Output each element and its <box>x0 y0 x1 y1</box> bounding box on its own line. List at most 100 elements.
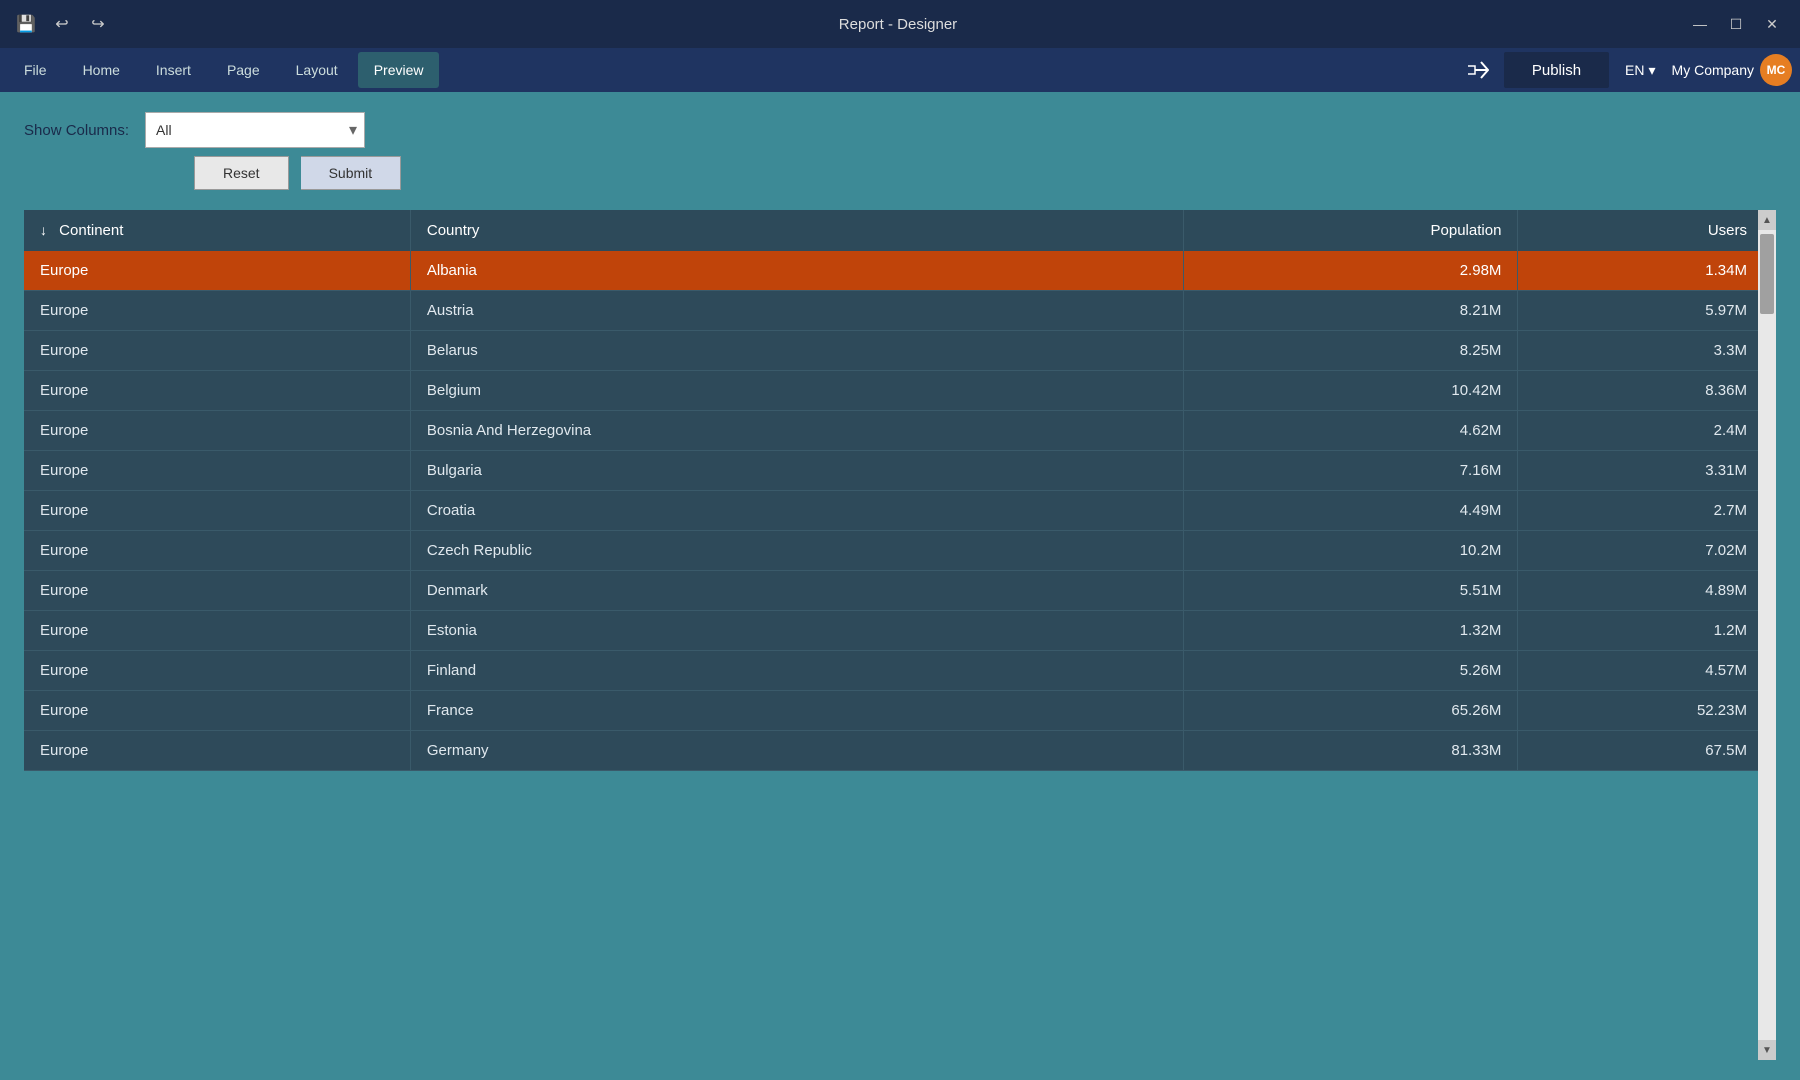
table-row[interactable]: EuropeAustria8.21M5.97M <box>24 291 1776 331</box>
cell-users: 2.4M <box>1518 411 1776 451</box>
minimize-icon: — <box>1693 16 1707 32</box>
cell-country: Czech Republic <box>410 531 1183 571</box>
table-row[interactable]: EuropeFrance65.26M52.23M <box>24 691 1776 731</box>
cell-users: 8.36M <box>1518 371 1776 411</box>
publish-button[interactable]: Publish <box>1504 52 1609 88</box>
menu-home[interactable]: Home <box>67 52 136 88</box>
app-title: Report - Designer <box>112 16 1684 33</box>
col-label-country: Country <box>427 222 480 239</box>
cell-population: 2.98M <box>1183 251 1518 291</box>
save-button[interactable]: 💾 <box>12 10 40 38</box>
sort-icon-continent: ↓ <box>40 222 47 238</box>
menubar-right: Publish EN ▾ My Company MC <box>1460 52 1792 88</box>
menu-insert[interactable]: Insert <box>140 52 207 88</box>
filter-actions: Reset Submit <box>24 156 1776 190</box>
table-row[interactable]: EuropeAlbania2.98M1.34M <box>24 251 1776 291</box>
table-row[interactable]: EuropeBelgium10.42M8.36M <box>24 371 1776 411</box>
cell-users: 3.31M <box>1518 451 1776 491</box>
cell-users: 1.34M <box>1518 251 1776 291</box>
redo-icon: ↪ <box>91 14 104 34</box>
col-label-continent: Continent <box>59 222 123 239</box>
lang-dropdown-icon: ▾ <box>1649 62 1656 79</box>
table-row[interactable]: EuropeGermany81.33M67.5M <box>24 731 1776 771</box>
cell-population: 1.32M <box>1183 611 1518 651</box>
lang-label: EN <box>1625 62 1644 78</box>
table-row[interactable]: EuropeEstonia1.32M1.2M <box>24 611 1776 651</box>
cell-population: 7.16M <box>1183 451 1518 491</box>
cell-users: 7.02M <box>1518 531 1776 571</box>
cell-continent: Europe <box>24 691 410 731</box>
scroll-up-button[interactable]: ▲ <box>1758 210 1776 230</box>
cell-population: 81.33M <box>1183 731 1518 771</box>
cell-users: 1.2M <box>1518 611 1776 651</box>
table-row[interactable]: EuropeDenmark5.51M4.89M <box>24 571 1776 611</box>
language-selector[interactable]: EN ▾ <box>1617 62 1663 79</box>
col-header-continent[interactable]: ↓ Continent <box>24 210 410 251</box>
menu-page[interactable]: Page <box>211 52 276 88</box>
cell-continent: Europe <box>24 651 410 691</box>
cell-continent: Europe <box>24 251 410 291</box>
undo-icon: ↩ <box>55 14 68 34</box>
cell-continent: Europe <box>24 731 410 771</box>
cell-continent: Europe <box>24 611 410 651</box>
cell-country: Belarus <box>410 331 1183 371</box>
table-body: EuropeAlbania2.98M1.34MEuropeAustria8.21… <box>24 251 1776 771</box>
col-header-country[interactable]: Country <box>410 210 1183 251</box>
titlebar: 💾 ↩ ↪ Report - Designer — ☐ ✕ <box>0 0 1800 48</box>
minimize-button[interactable]: — <box>1684 10 1716 38</box>
user-area[interactable]: My Company MC <box>1672 54 1792 86</box>
redo-button[interactable]: ↪ <box>84 10 112 38</box>
filter-panel: Show Columns: All ▾ Reset Submit <box>24 112 1776 190</box>
menu-layout[interactable]: Layout <box>280 52 354 88</box>
cell-country: Bulgaria <box>410 451 1183 491</box>
table-row[interactable]: EuropeBulgaria7.16M3.31M <box>24 451 1776 491</box>
table-row[interactable]: EuropeFinland5.26M4.57M <box>24 651 1776 691</box>
col-header-users[interactable]: Users <box>1518 210 1776 251</box>
save-icon: 💾 <box>16 14 36 34</box>
table-row[interactable]: EuropeBosnia And Herzegovina4.62M2.4M <box>24 411 1776 451</box>
user-label: My Company <box>1672 62 1754 78</box>
scroll-thumb[interactable] <box>1760 234 1774 314</box>
filter-line: Show Columns: All ▾ <box>24 112 1776 148</box>
window-controls: — ☐ ✕ <box>1684 10 1788 38</box>
cell-continent: Europe <box>24 571 410 611</box>
show-columns-select[interactable]: All <box>145 112 365 148</box>
scroll-track[interactable] <box>1758 230 1776 1040</box>
table-header: ↓ Continent Country Population Users <box>24 210 1776 251</box>
col-label-users: Users <box>1708 222 1747 239</box>
menu-file[interactable]: File <box>8 52 63 88</box>
cell-country: Albania <box>410 251 1183 291</box>
cell-users: 3.3M <box>1518 331 1776 371</box>
cell-country: Belgium <box>410 371 1183 411</box>
table-row[interactable]: EuropeCroatia4.49M2.7M <box>24 491 1776 531</box>
share-button[interactable] <box>1460 52 1496 88</box>
cell-population: 5.51M <box>1183 571 1518 611</box>
scroll-down-button[interactable]: ▼ <box>1758 1040 1776 1060</box>
col-header-population[interactable]: Population <box>1183 210 1518 251</box>
undo-button[interactable]: ↩ <box>48 10 76 38</box>
cell-country: Estonia <box>410 611 1183 651</box>
menubar: File Home Insert Page Layout Preview Pub… <box>0 48 1800 92</box>
submit-button[interactable]: Submit <box>301 156 402 190</box>
cell-country: Finland <box>410 651 1183 691</box>
maximize-button[interactable]: ☐ <box>1720 10 1752 38</box>
table-row[interactable]: EuropeBelarus8.25M3.3M <box>24 331 1776 371</box>
cell-continent: Europe <box>24 331 410 371</box>
scrollbar[interactable]: ▲ ▼ <box>1758 210 1776 1060</box>
cell-population: 10.2M <box>1183 531 1518 571</box>
close-button[interactable]: ✕ <box>1756 10 1788 38</box>
cell-population: 8.21M <box>1183 291 1518 331</box>
cell-users: 5.97M <box>1518 291 1776 331</box>
titlebar-controls: 💾 ↩ ↪ <box>12 10 112 38</box>
cell-population: 5.26M <box>1183 651 1518 691</box>
cell-country: France <box>410 691 1183 731</box>
maximize-icon: ☐ <box>1730 16 1743 33</box>
menu-preview[interactable]: Preview <box>358 52 440 88</box>
cell-country: Germany <box>410 731 1183 771</box>
cell-users: 67.5M <box>1518 731 1776 771</box>
cell-users: 52.23M <box>1518 691 1776 731</box>
table-row[interactable]: EuropeCzech Republic10.2M7.02M <box>24 531 1776 571</box>
cell-continent: Europe <box>24 491 410 531</box>
close-icon: ✕ <box>1766 16 1778 33</box>
reset-button[interactable]: Reset <box>194 156 289 190</box>
